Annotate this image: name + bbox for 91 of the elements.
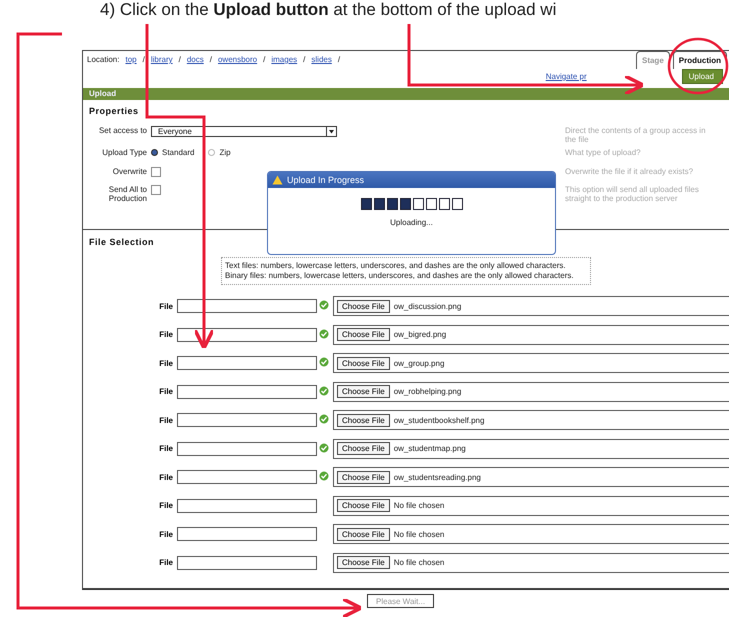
input-field[interactable] bbox=[177, 442, 317, 456]
input-field[interactable] bbox=[177, 356, 317, 370]
file-picker[interactable]: Choose File ow_studentsreading.png bbox=[333, 467, 729, 487]
hint-text: Direct the contents of a group access in the file bbox=[565, 126, 707, 144]
path-separator: / bbox=[142, 55, 145, 64]
choose-file-button[interactable]: Choose File bbox=[337, 414, 390, 426]
choose-file-button[interactable]: Choose File bbox=[337, 499, 390, 512]
path-separator: / bbox=[178, 55, 181, 64]
input-field[interactable] bbox=[177, 384, 317, 398]
input-field[interactable] bbox=[177, 328, 317, 342]
field-label: File bbox=[158, 416, 174, 424]
file-name: ow_robhelping.png bbox=[394, 387, 462, 396]
breadcrumb-link[interactable]: library bbox=[150, 55, 173, 64]
file-picker[interactable]: Choose File No file chosen bbox=[333, 552, 729, 572]
tab[interactable]: Production bbox=[672, 51, 727, 69]
section-title: Properties bbox=[89, 106, 139, 116]
file-picker[interactable]: Choose File ow_studentmap.png bbox=[333, 438, 729, 458]
input-field[interactable] bbox=[177, 299, 317, 313]
breadcrumb-link[interactable]: images bbox=[271, 55, 298, 64]
path-separator: / bbox=[210, 55, 212, 64]
choose-file-button[interactable]: Choose File bbox=[337, 300, 390, 312]
file-name: ow_bigred.png bbox=[394, 330, 446, 339]
path-separator: / bbox=[303, 55, 306, 64]
file-name: ow_discussion.png bbox=[394, 302, 462, 310]
section-title: File Selection bbox=[89, 237, 154, 247]
file-name: No file chosen bbox=[394, 530, 444, 538]
file-picker[interactable]: Choose File ow_robhelping.png bbox=[333, 382, 729, 402]
warning-icon bbox=[272, 175, 283, 185]
navigate-link[interactable]: Navigate pr bbox=[546, 72, 587, 81]
field-label: Send All to Production bbox=[108, 185, 147, 203]
file-picker[interactable]: Choose File ow_discussion.png bbox=[333, 296, 729, 316]
file-rules-note: Text files: numbers, lowercase letters, underscores, and dashes are the only allowed characters. Binary files: numbers, lowercase letters, underscores, and dashes are the only allowed characters. bbox=[221, 257, 591, 285]
file-picker[interactable]: Choose File ow_group.png bbox=[333, 353, 729, 373]
file-picker[interactable]: Choose File No file chosen bbox=[333, 524, 729, 544]
field-label: File bbox=[158, 302, 174, 310]
field-label: File bbox=[158, 387, 174, 396]
file-name: ow_studentmap.png bbox=[394, 444, 466, 453]
file-name: No file chosen bbox=[394, 558, 444, 567]
choose-file-button[interactable]: Choose File bbox=[337, 328, 390, 341]
hint-text: Overwrite the file if it already exists? bbox=[565, 167, 694, 176]
input-field[interactable] bbox=[177, 413, 317, 427]
choose-file-button[interactable]: Choose File bbox=[337, 442, 390, 455]
file-name: ow_studentbookshelf.png bbox=[394, 416, 484, 424]
highlight-circle bbox=[668, 38, 728, 94]
path-separator: / bbox=[263, 55, 266, 64]
field-label: File bbox=[158, 358, 174, 368]
choose-file-button[interactable]: Choose File bbox=[337, 385, 390, 398]
file-picker[interactable]: Choose File ow_bigred.png bbox=[333, 324, 729, 344]
file-picker[interactable]: Choose File ow_studentbookshelf.png bbox=[333, 410, 729, 430]
radio-label: Standard bbox=[162, 148, 194, 157]
input-field[interactable] bbox=[177, 556, 317, 570]
radio-button[interactable] bbox=[151, 149, 158, 156]
choose-file-button[interactable]: Choose File bbox=[337, 556, 390, 569]
breadcrumb-link[interactable]: slides bbox=[311, 55, 332, 64]
hint-text: This option will send all uploaded files straight to the production server bbox=[565, 185, 700, 203]
file-name: No file chosen bbox=[394, 501, 444, 510]
dialog-title: Upload In Progress bbox=[287, 175, 364, 185]
instruction-text: 4) Click on the Upload button at the bottom of the upload wi bbox=[100, 0, 558, 21]
field-label: Set access to bbox=[98, 126, 147, 135]
upload-button[interactable]: Upload bbox=[682, 69, 723, 84]
field-label: File bbox=[158, 330, 174, 339]
breadcrumb-link[interactable]: docs bbox=[186, 55, 204, 64]
file-name: ow_studentsreading.png bbox=[394, 472, 481, 482]
field-label: File bbox=[158, 558, 174, 567]
field-label: File bbox=[158, 530, 174, 538]
input-field[interactable] bbox=[177, 527, 317, 541]
input-field[interactable] bbox=[177, 470, 317, 484]
choose-file-button[interactable]: Choose File bbox=[337, 356, 390, 370]
caret-icon bbox=[326, 127, 336, 136]
file-name: ow_group.png bbox=[394, 358, 444, 368]
radio-label: Zip bbox=[219, 148, 231, 157]
field-label: Upload Type bbox=[101, 148, 147, 157]
field-label: File bbox=[158, 501, 174, 510]
breadcrumb-link[interactable]: owensboro bbox=[218, 55, 258, 64]
field-label: Overwrite bbox=[112, 167, 147, 176]
access-dropdown[interactable]: Everyone bbox=[151, 126, 337, 137]
breadcrumb-link[interactable]: top bbox=[125, 55, 137, 64]
checkbox[interactable] bbox=[151, 185, 161, 195]
field-label: File bbox=[158, 444, 174, 453]
status-text: Uploading... bbox=[390, 218, 433, 227]
location-label: Location: bbox=[87, 55, 120, 64]
path-separator: / bbox=[338, 55, 340, 64]
radio-button[interactable] bbox=[208, 149, 216, 156]
choose-file-button[interactable]: Choose File bbox=[337, 470, 390, 484]
checkbox[interactable] bbox=[151, 167, 161, 177]
field-label: File bbox=[158, 472, 174, 482]
section-bar: Upload bbox=[83, 88, 729, 100]
input-field[interactable] bbox=[177, 498, 317, 512]
hint-text: What type of upload? bbox=[565, 148, 642, 157]
file-picker[interactable]: Choose File No file chosen bbox=[333, 496, 729, 516]
choose-file-button[interactable]: Choose File bbox=[337, 528, 390, 540]
